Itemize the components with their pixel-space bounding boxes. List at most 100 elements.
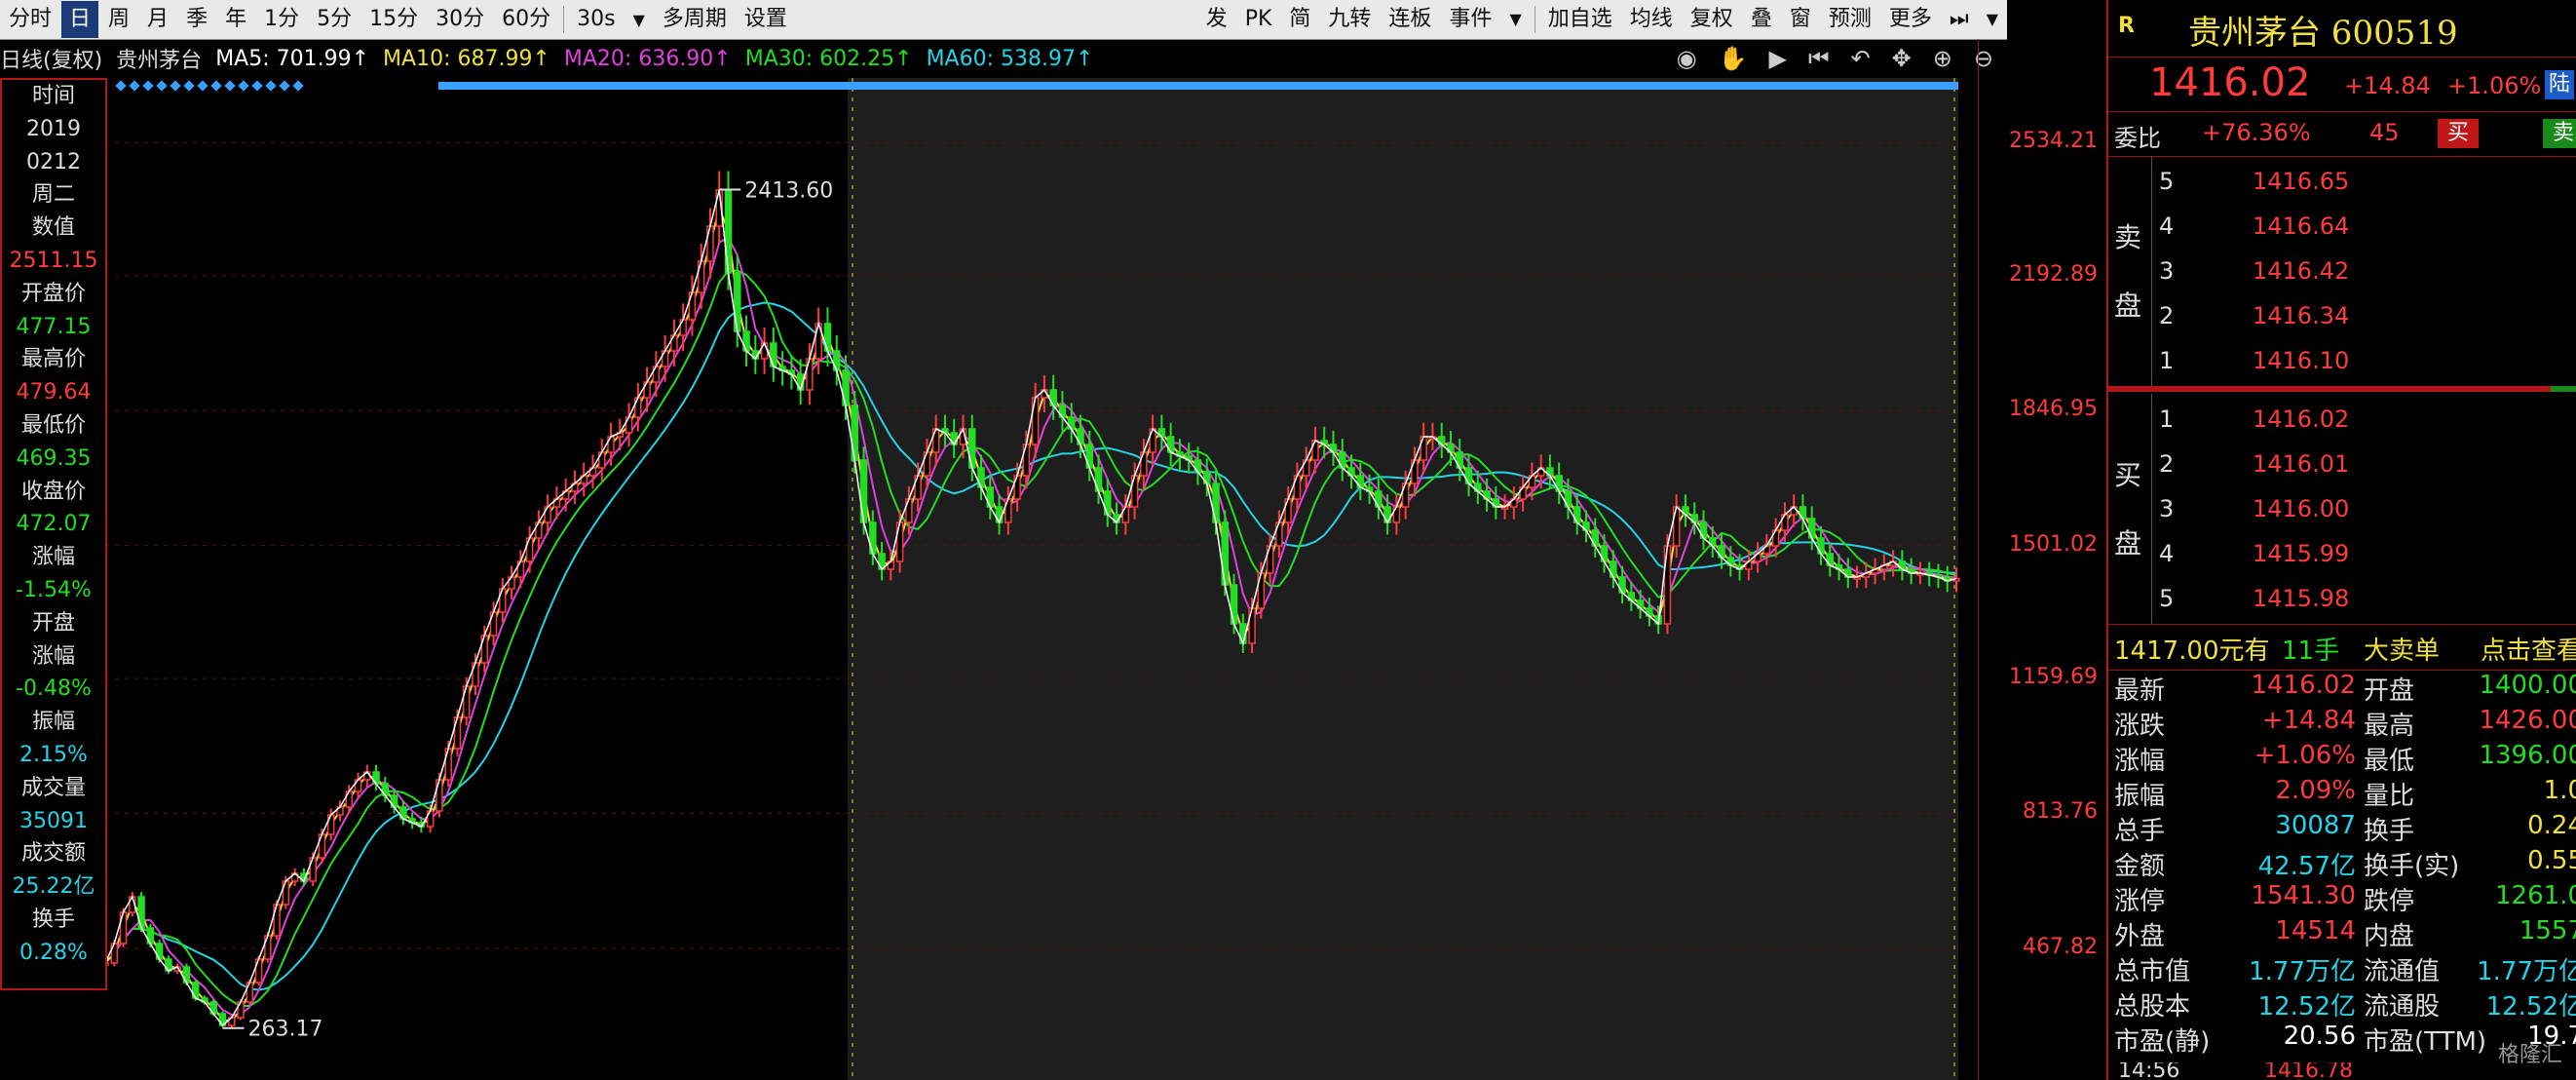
period-tab-6[interactable]: 1分 [256, 1, 307, 38]
toolbar-item-far-4[interactable]: 窗 [1782, 1, 1819, 38]
period-tab-4[interactable]: 季 [178, 1, 215, 38]
stat-label: 开盘 [2364, 676, 2415, 706]
ask-row[interactable]: 1 1416.10 [2157, 343, 2576, 382]
open-change-label-1: 开盘 [31, 610, 75, 636]
stat-value: +14.84 [2261, 706, 2356, 735]
bid-row[interactable]: 3 1416.00 [2157, 491, 2576, 530]
bid-row[interactable]: 5 1415.98 [2157, 581, 2576, 620]
period-tab-2[interactable]: 周 [100, 1, 137, 38]
period-tab-3[interactable]: 月 [139, 1, 176, 38]
bid-row[interactable]: 4 1415.99 [2157, 536, 2576, 575]
volume-label: 成交量 [20, 775, 86, 800]
ma5-value: MA5: 701.99↑ [215, 46, 370, 71]
event-marker[interactable] [251, 80, 263, 92]
ask-row[interactable]: 3 1416.42 [2157, 253, 2576, 292]
event-marker[interactable] [129, 80, 140, 92]
stat-label: 跌停 [2364, 887, 2415, 916]
toolbar-item-right-4[interactable]: 连板 [1381, 1, 1439, 38]
hk-connect-badge[interactable]: 陆 [2545, 70, 2575, 99]
event-marker[interactable] [197, 80, 208, 92]
stat-label: 涨停 [2114, 887, 2166, 916]
stat-value: 1.77万亿 [2477, 957, 2576, 986]
toolbar-item-far-3[interactable]: 叠 [1743, 1, 1780, 38]
ask-row[interactable]: 5 1416.65 [2157, 164, 2576, 203]
toolbar-item-mid-1[interactable]: 设置 [737, 1, 795, 38]
period-tab-5[interactable]: 年 [217, 1, 254, 38]
move-icon[interactable]: ✥ [1892, 45, 1912, 72]
buy-button[interactable]: 买 [2438, 119, 2480, 148]
high-value: 479.64 [16, 380, 92, 405]
undo-icon[interactable]: ↶ [1851, 45, 1871, 72]
sell-button[interactable]: 卖 [2543, 119, 2576, 148]
event-marker-strip[interactable] [438, 82, 1958, 90]
toolbar-item-right-3[interactable]: 九转 [1320, 1, 1379, 38]
open-value: 477.15 [16, 314, 92, 339]
ask-row[interactable]: 4 1416.64 [2157, 209, 2576, 248]
event-marker[interactable] [156, 80, 168, 92]
event-marker[interactable] [265, 80, 277, 92]
spread-divider [2108, 386, 2576, 392]
toolbar-item-right-1[interactable]: PK [1237, 1, 1280, 38]
ma20-value: MA20: 636.90↑ [563, 46, 732, 71]
event-marker[interactable] [210, 80, 222, 92]
period-tab-9[interactable]: 30分 [428, 1, 492, 38]
stat-value: 1400.00 [2479, 671, 2576, 700]
ask-book: 卖 盘 5 1416.65 4 1416.64 3 1416.42 2 1416.34 1 141… [2108, 156, 2576, 386]
stat-value: 12.52亿 [2257, 992, 2356, 1022]
rewind-icon[interactable]: ⏮ [1808, 45, 1830, 72]
big-order-strip[interactable]: 1417.00元有 11手 大卖单 点击查看 [2108, 624, 2576, 671]
event-marker[interactable] [183, 80, 195, 92]
kline-chart[interactable]: 2413.60 263.17 [0, 78, 1978, 1080]
zoom-in-icon[interactable]: ⊕ [1933, 45, 1952, 72]
interval-select[interactable]: 30s ▼ [569, 1, 653, 38]
toolbar-item-mid-0[interactable]: 多周期 [655, 1, 735, 38]
level-price: 1416.02 [2253, 405, 2350, 433]
chevron-down-icon[interactable]: ▼ [1979, 1, 2006, 38]
toolbar-item-far-1[interactable]: 均线 [1622, 1, 1681, 38]
hand-icon[interactable]: ✋ [1719, 45, 1748, 72]
period-tab-1[interactable]: 日 [61, 1, 99, 38]
event-marker[interactable] [142, 80, 154, 92]
toolbar-item-far-0[interactable]: 加自选 [1540, 1, 1620, 38]
bid-row[interactable]: 1 1416.02 [2157, 402, 2576, 441]
event-marker[interactable] [292, 80, 304, 92]
price-tick: 2192.89 [2009, 261, 2098, 287]
stat-label: 量比 [2364, 782, 2415, 811]
level-number: 5 [2159, 585, 2175, 612]
turnover-amount-label: 成交额 [20, 841, 86, 867]
ask-row[interactable]: 2 1416.34 [2157, 298, 2576, 337]
bid-row[interactable]: 2 1416.01 [2157, 446, 2576, 485]
change-value: -1.54% [16, 577, 92, 602]
period-tab-8[interactable]: 15分 [361, 1, 426, 38]
change-label: 涨幅 [31, 545, 75, 570]
price-tick: 2534.21 [2009, 129, 2098, 154]
stat-value: 1416.02 [2251, 671, 2356, 700]
ma-indicator-line: 日线(复权) 贵州茅台 MA5: 701.99↑ MA10: 687.99↑ M… [0, 41, 2007, 76]
toolbar-item-right-0[interactable]: 发 [1198, 1, 1235, 38]
period-tab-10[interactable]: 60分 [494, 1, 558, 38]
toolbar-item-far-5[interactable]: 预测 [1821, 1, 1879, 38]
ma30-value: MA30: 602.25↑ [744, 46, 913, 71]
period-tab-0[interactable]: 分时 [1, 1, 59, 38]
toolbar-item-far-6[interactable]: 更多 [1881, 1, 1940, 38]
chart-type-label[interactable]: 日线(复权) [0, 43, 102, 74]
play-icon[interactable]: ▶ [1768, 45, 1786, 72]
event-marker[interactable] [170, 80, 181, 92]
toolbar-item-right-2[interactable]: 简 [1281, 1, 1318, 38]
stat-value: 0.24 [2527, 811, 2576, 840]
crosshair-info-panel: 时间 2019 0212 周二 数值 2511.15 开盘价 477.15 最高… [0, 78, 107, 990]
big-order-link[interactable]: 点击查看 [2481, 631, 2576, 667]
period-tab-7[interactable]: 5分 [309, 1, 360, 38]
stat-label: 总股本 [2114, 992, 2191, 1022]
event-marker[interactable] [238, 80, 249, 92]
skip-forward-icon[interactable]: ⏭ [1942, 1, 1977, 38]
eye-icon[interactable]: ◉ [1677, 45, 1697, 72]
event-marker[interactable] [115, 80, 127, 92]
event-marker[interactable] [224, 80, 236, 92]
toolbar-item-right-5[interactable]: 事件 [1441, 1, 1499, 38]
stat-value: 1396.00 [2479, 741, 2576, 770]
event-marker[interactable] [279, 80, 290, 92]
chevron-down-icon[interactable]: ▼ [1501, 1, 1529, 38]
stat-value: 42.57亿 [2257, 852, 2356, 881]
toolbar-item-far-2[interactable]: 复权 [1683, 1, 1741, 38]
